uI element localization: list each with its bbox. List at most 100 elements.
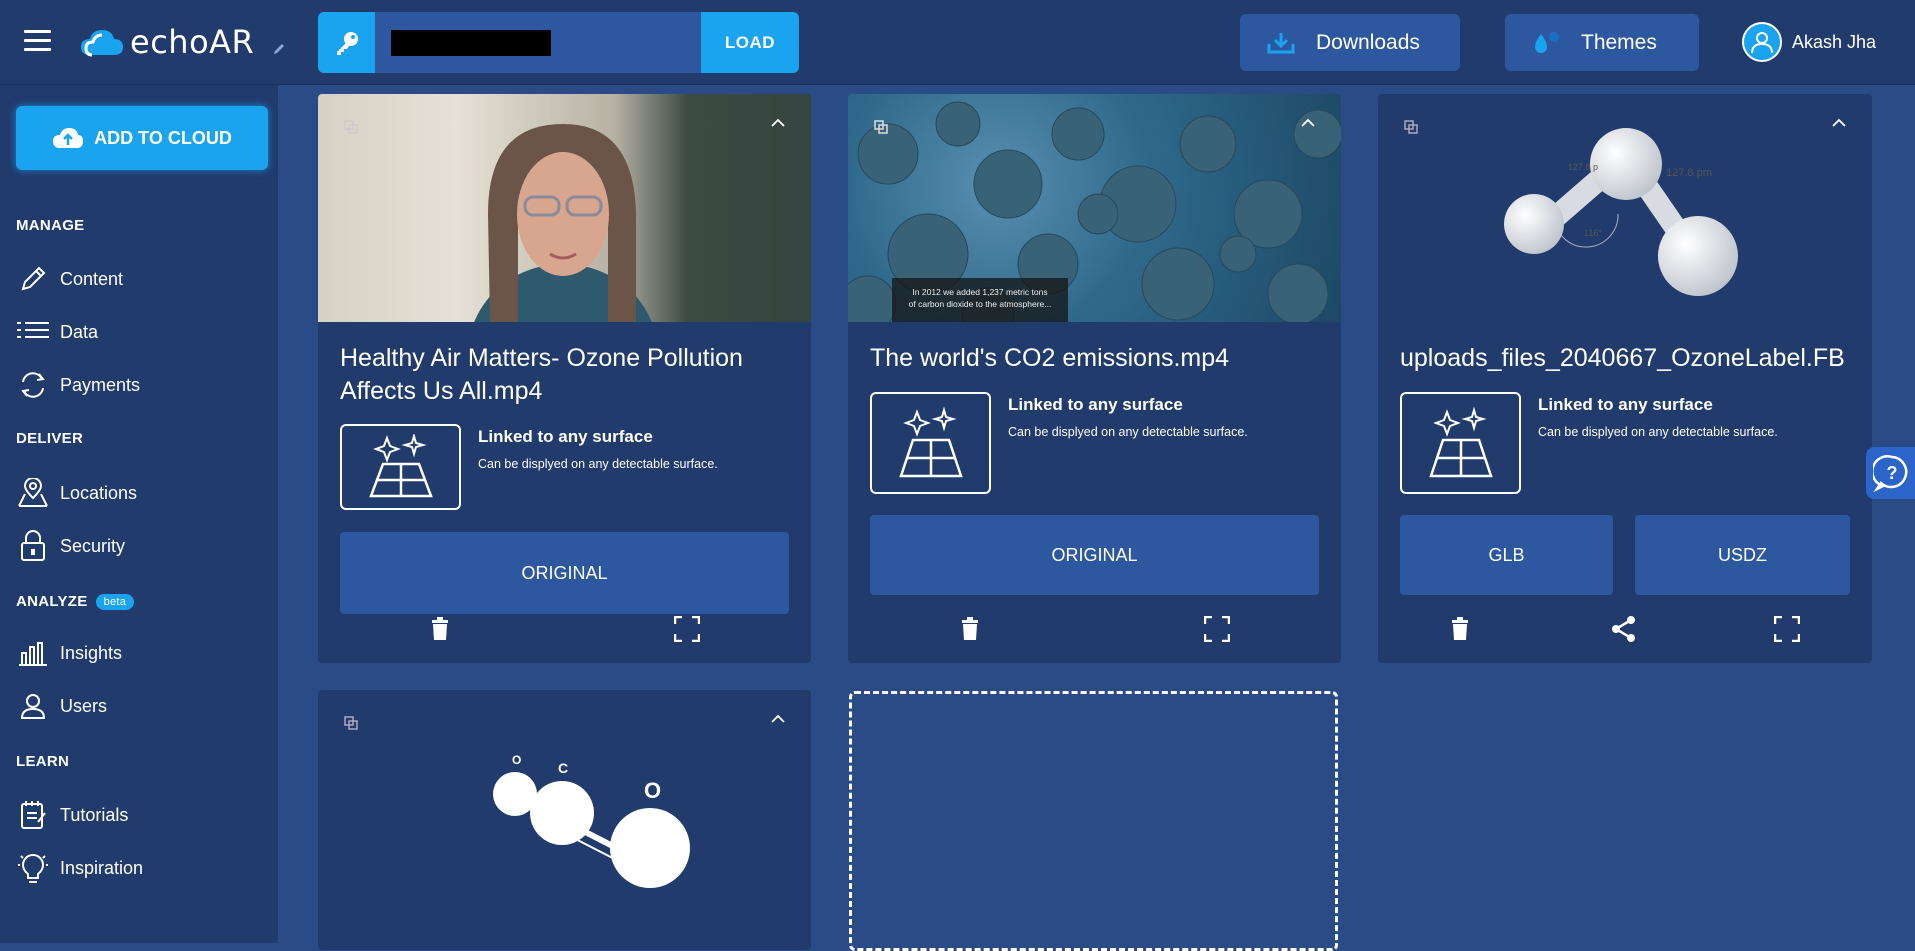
surface-title: Linked to any surface [478,427,653,446]
list-icon [16,320,50,344]
video-thumbnail[interactable]: In 2012 we added 1,237 metric tons of ca… [848,94,1341,322]
copy-icon[interactable] [874,120,888,134]
chevron-up-icon[interactable] [771,118,785,128]
sidebar-item-label: Data [60,321,99,342]
surface-description: Can be displyed on any detectable surfac… [1538,425,1778,439]
user-menu[interactable]: Akash Jha [1742,22,1876,62]
ozone-molecule-image: 127.8 p 127.8 pm 116° [1504,128,1738,296]
api-key-input[interactable] [375,12,701,73]
fullscreen-icon[interactable] [1204,616,1230,642]
map-pin-icon [16,478,50,508]
chevron-up-icon[interactable] [1832,118,1846,128]
fullscreen-icon[interactable] [674,616,700,642]
section-manage: MANAGE [16,217,85,234]
surface-description: Can be displyed on any detectable surfac… [478,457,718,471]
download-icon [1258,32,1304,54]
refresh-icon [16,370,50,400]
downloads-button[interactable]: Downloads [1240,14,1460,71]
sidebar-item-label: Insights [60,642,123,663]
original-button[interactable]: ORIGINAL [870,515,1319,595]
original-button[interactable]: ORIGINAL [340,532,789,614]
add-to-cloud-label: ADD TO CLOUD [94,127,232,148]
copy-icon[interactable] [344,120,358,134]
edit-pencil-icon[interactable] [272,42,286,56]
trash-icon[interactable] [1450,617,1470,641]
card-title-line2: Affects Us All.mp4 [340,377,543,405]
sidebar-item-users[interactable]: Users [16,688,107,724]
sidebar-item-label: Users [60,695,108,716]
card-title: uploads_files_2040667_OzoneLabel.FB [1400,344,1845,372]
fullscreen-icon[interactable] [1774,616,1800,642]
logo-text: echoAR [130,23,255,61]
key-icon [318,12,375,73]
trash-icon[interactable] [430,617,450,641]
surface-info: Linked to any surface Can be displyed on… [870,392,1248,494]
redacted-key [391,29,551,56]
usdz-button[interactable]: USDZ [1635,515,1850,595]
sidebar-item-tutorials[interactable]: Tutorials [16,797,128,833]
help-label: ? [1887,463,1898,483]
themes-button[interactable]: Themes [1505,14,1699,71]
surface-description: Can be displyed on any detectable surfac… [1008,425,1248,439]
sidebar-item-locations[interactable]: Locations [16,475,137,511]
video-thumbnail[interactable] [318,94,811,322]
notebook-icon [16,800,50,830]
copy-icon[interactable] [1404,120,1418,134]
avatar [1742,22,1782,62]
surface-grid-icon [340,424,461,510]
co2-molecule-image[interactable]: O C O [318,690,811,950]
content-card: O C O [318,690,811,950]
logo[interactable]: echoAR [80,22,254,62]
upload-drop-zone[interactable] [849,691,1338,951]
woman-portrait-image [474,124,652,322]
sidebar-item-label: Tutorials [60,804,129,825]
sidebar-item-security[interactable]: Security [16,528,125,564]
load-button[interactable]: LOAD [701,12,799,73]
bond-length-label-a: 127.8 pm [1666,167,1712,179]
chevron-up-icon[interactable] [1301,118,1315,128]
surface-info: Linked to any surface Can be displyed on… [1400,392,1778,494]
menu-icon[interactable] [24,30,51,52]
content-card: In 2012 we added 1,237 metric tons of ca… [848,94,1341,663]
model-thumbnail[interactable]: 127.8 p 127.8 pm 116° [1378,94,1872,322]
trash-icon[interactable] [960,617,980,641]
section-deliver: DELIVER [16,430,84,447]
atom-label-o2: O [644,778,661,803]
sidebar-item-payments[interactable]: Payments [16,367,140,403]
themes-label: Themes [1581,30,1657,54]
sidebar-item-label: Payments [60,374,141,395]
paint-drops-icon [1523,30,1569,56]
help-button[interactable]: ? [1866,447,1915,499]
sidebar: ADD TO CLOUD MANAGE Content Data Payment… [0,85,278,943]
video-caption: In 2012 we added 1,237 metric tons of ca… [892,278,1068,322]
section-analyze-label: ANALYZE [16,593,88,610]
sidebar-item-content[interactable]: Content [16,261,123,297]
help-icon: ? [1873,455,1908,492]
card-title: Healthy Air Matters- Ozone Pollution Aff… [340,342,743,408]
cloud-upload-icon [53,128,84,148]
lock-icon [16,530,50,562]
sidebar-item-data[interactable]: Data [16,314,98,350]
sidebar-item-insights[interactable]: Insights [16,635,122,671]
glb-button[interactable]: GLB [1400,515,1613,595]
pencil-icon [16,265,50,293]
card-title-line1: Healthy Air Matters- Ozone Pollution [340,344,743,372]
surface-info: Linked to any surface Can be displyed on… [340,424,718,510]
share-icon[interactable] [1611,615,1637,643]
api-key-bar: LOAD [318,12,799,73]
top-bar: echoAR LOAD Downloads Themes Akash Jha [0,0,1915,85]
sidebar-item-label: Security [60,535,126,556]
card-title: The world's CO2 emissions.mp4 [870,344,1230,372]
content-card: 127.8 p 127.8 pm 116° uploads_files_2040… [1378,94,1872,663]
caption-line1: In 2012 we added 1,237 metric tons [912,287,1048,297]
atom-label-o1: O [512,753,521,767]
add-to-cloud-button[interactable]: ADD TO CLOUD [16,106,268,170]
cloud-logo-icon [81,30,123,57]
sidebar-item-label: Inspiration [60,857,144,878]
surface-grid-icon [870,392,991,494]
caption-line2: of carbon dioxide to the atmosphere... [908,299,1052,309]
sidebar-item-inspiration[interactable]: Inspiration [16,850,143,886]
lightbulb-icon [16,852,50,884]
surface-title: Linked to any surface [1008,395,1183,414]
atom-label-c: C [558,760,568,776]
